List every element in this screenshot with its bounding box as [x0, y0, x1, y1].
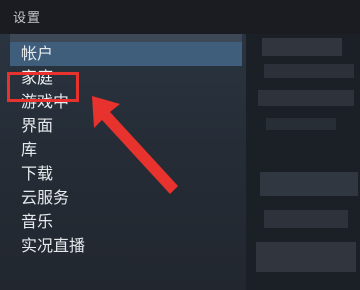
sidebar-item-interface[interactable]: 界面 [0, 114, 246, 138]
blurred-content [256, 242, 356, 272]
sidebar-item-account[interactable]: 帐户 [10, 42, 242, 66]
settings-nav: 帐户 家庭 游戏中 界面 库 下载 云服务 音乐 实况直播 [0, 42, 246, 258]
blurred-content [262, 38, 342, 56]
sidebar-item-family[interactable]: 家庭 [0, 66, 246, 90]
sidebar-item-music[interactable]: 音乐 [0, 210, 246, 234]
sidebar-item-library[interactable]: 库 [0, 138, 246, 162]
blurred-content [264, 64, 354, 78]
sidebar-item-broadcasting[interactable]: 实况直播 [0, 234, 246, 258]
blurred-content [264, 210, 348, 228]
title-bar: 设置 [0, 0, 360, 34]
sidebar-scroll-edge [10, 34, 242, 42]
sidebar-item-downloads[interactable]: 下载 [0, 162, 246, 186]
settings-sidebar: 帐户 家庭 游戏中 界面 库 下载 云服务 音乐 实况直播 [0, 34, 246, 290]
sidebar-item-cloud[interactable]: 云服务 [0, 186, 246, 210]
settings-content-panel [246, 34, 360, 290]
blurred-content [266, 118, 336, 130]
blurred-content [258, 90, 354, 106]
blurred-content [260, 172, 358, 196]
window-title: 设置 [13, 11, 42, 26]
sidebar-item-in-game[interactable]: 游戏中 [0, 90, 246, 114]
